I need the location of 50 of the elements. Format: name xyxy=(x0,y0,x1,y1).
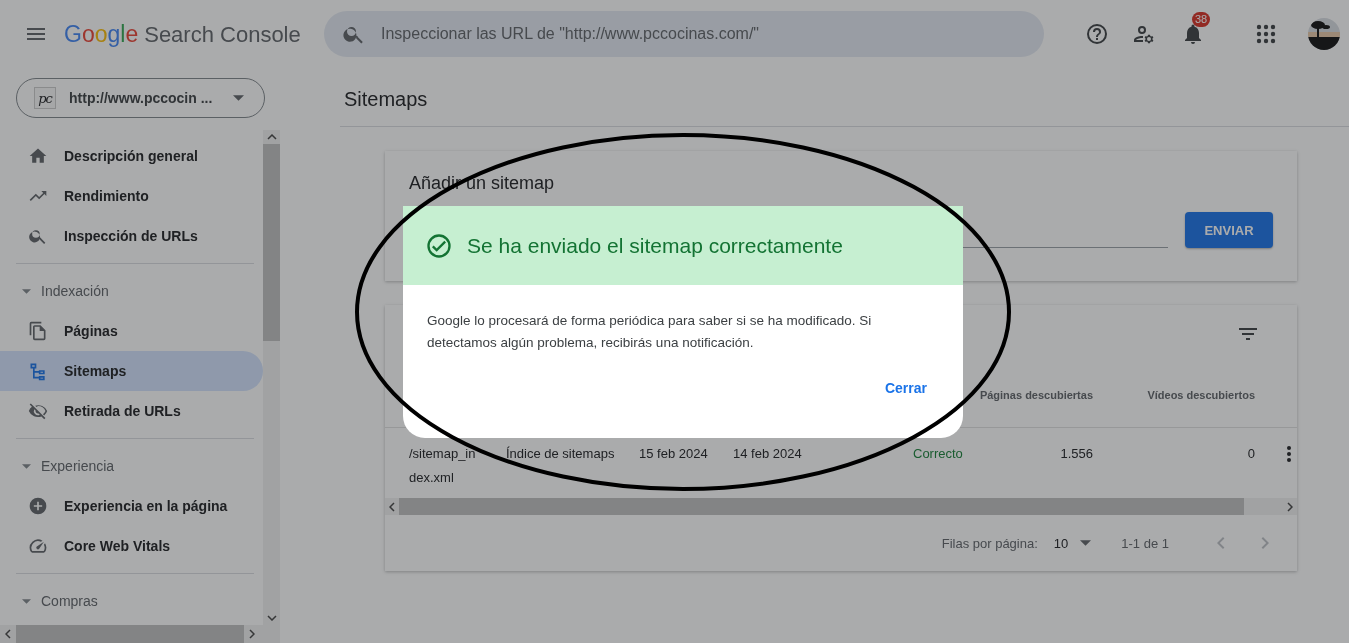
nav-item[interactable]: Rendimiento xyxy=(0,176,263,216)
nav-item[interactable]: Páginas xyxy=(0,311,263,351)
section-header[interactable]: Indexación xyxy=(0,271,263,311)
rows-per-page-select[interactable]: 10 xyxy=(1053,535,1092,551)
apps-grid-icon[interactable] xyxy=(1254,22,1278,46)
product-logo[interactable]: Google Search Console xyxy=(64,20,324,48)
section-header[interactable]: Compras xyxy=(0,581,263,621)
status-cell-text: Correcto xyxy=(913,445,964,463)
scrollbar-thumb[interactable] xyxy=(16,625,244,643)
help-icon[interactable] xyxy=(1085,22,1109,46)
close-button[interactable]: Cerrar xyxy=(876,376,935,400)
page-range: 1-1 de 1 xyxy=(1121,535,1169,551)
table-cell-text: 15 feb 2024 xyxy=(639,445,709,463)
scroll-right-icon[interactable] xyxy=(1287,501,1293,512)
speedometer-icon xyxy=(28,536,48,556)
sitemap-tree-icon xyxy=(28,361,48,381)
notification-badge: 38 xyxy=(1192,12,1211,27)
nav-item[interactable]: Retirada de URLs xyxy=(0,391,263,431)
dialog-message: Google lo procesará de forma periódica para saber si se ha modificado. Si detectamos algún problema, recibirás una notificación. xyxy=(427,312,873,352)
column-header[interactable]: Vídeos descubiertos xyxy=(1093,389,1255,401)
column-header[interactable]: Páginas descubiertas xyxy=(960,389,1093,401)
section-header[interactable]: Experiencia xyxy=(0,446,263,486)
scroll-left-icon[interactable] xyxy=(5,629,11,639)
table-cell-text: 0 xyxy=(1246,445,1255,463)
page-title: Sitemaps xyxy=(344,88,429,112)
home-icon xyxy=(28,146,48,166)
rows-per-page-label: Filas por página: xyxy=(941,535,1038,551)
scroll-down-icon[interactable] xyxy=(266,615,277,621)
site-favicon: pc xyxy=(34,87,56,109)
scrollbar-thumb[interactable] xyxy=(399,498,1244,515)
scrollbar-thumb[interactable] xyxy=(263,144,280,341)
table-cell-text: Índice de sitemaps xyxy=(506,445,616,463)
dialog-title: Se ha enviado el sitemap correctamente xyxy=(467,233,843,258)
search-field[interactable]: Inspeccionar las URL de "http://www.pccocinas.com/" xyxy=(324,11,1044,57)
table-cell-text: 14 feb 2024 xyxy=(733,445,803,463)
table-cell-text: 1.556 xyxy=(1059,445,1093,463)
scroll-left-icon[interactable] xyxy=(389,501,395,512)
crossed-eye-icon xyxy=(28,401,48,421)
nav-item[interactable]: Experiencia en la página xyxy=(0,486,263,526)
more-options-icon[interactable] xyxy=(1287,446,1291,462)
nav-item[interactable]: Descripción general xyxy=(0,136,263,176)
nav-item[interactable]: Core Web Vitals xyxy=(0,526,263,566)
nav-item[interactable]: Inspección de URLs xyxy=(0,216,263,256)
pages-icon xyxy=(28,321,48,341)
caret-icon xyxy=(1080,540,1092,546)
sitemap-cell[interactable]: /sitemap_in dex.xml xyxy=(409,442,506,498)
dropdown-caret-icon xyxy=(233,95,244,101)
scroll-up-icon[interactable] xyxy=(266,134,277,140)
scroll-right-icon[interactable] xyxy=(249,629,255,639)
nav-item[interactable]: Sitemaps xyxy=(0,351,263,391)
